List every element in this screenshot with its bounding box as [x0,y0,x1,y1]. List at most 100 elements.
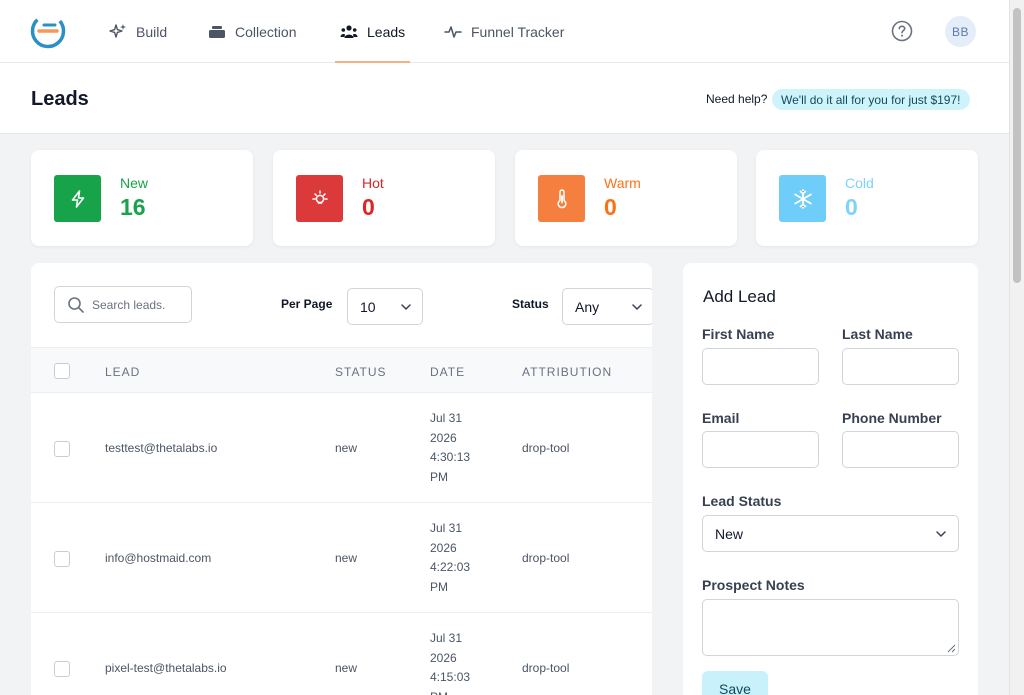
page-title: Leads [31,88,89,110]
date-line: 2026 [430,430,457,445]
resize-handle-icon[interactable] [947,644,956,653]
snowflake-icon [779,175,826,222]
date-line: PM [430,579,448,594]
table-row[interactable]: testtest@thetalabs.io new Jul 31 2026 4:… [31,393,652,503]
lead-attribution: drop-tool [522,661,570,675]
stat-label: Hot [362,175,384,191]
lead-status-select[interactable]: New [702,515,959,552]
date-line: Jul 31 [430,521,463,535]
date-line: 4:15:03 [430,670,471,684]
date-line: Jul 31 [430,631,463,645]
stat-card-cold: Cold 0 [756,150,978,246]
logo-icon[interactable] [30,13,66,49]
nav-build[interactable]: Build [109,0,167,63]
chevron-down-icon [632,304,642,310]
save-button[interactable]: Save [702,671,768,695]
prospect-notes-field[interactable] [702,599,959,656]
status-filter-value: Any [575,298,600,315]
date-line: 2026 [430,650,457,665]
users-icon [340,23,358,41]
promo-badge[interactable]: We'll do it all for you for just $197! [772,89,970,110]
table-row[interactable]: info@hostmaid.com new Jul 31 2026 4:22:0… [31,503,652,613]
page-header: Leads Need help? We'll do it all for you… [0,63,1009,134]
lead-email[interactable]: testtest@thetalabs.io [105,441,217,455]
select-all-checkbox[interactable] [54,363,70,379]
first-name-field[interactable] [702,348,819,385]
chevron-down-icon [401,304,411,310]
lead-email[interactable]: info@hostmaid.com [105,551,211,565]
search-icon [68,296,84,313]
scrollbar-thumb[interactable] [1013,8,1021,283]
activity-icon [444,23,462,41]
date-line: 4:30:13 [430,450,471,464]
top-nav: Build Collection Leads Funnel Tracker BB [0,0,1009,63]
table-header: LEAD STATUS DATE ATTRIBUTION [31,347,652,393]
lead-date: Jul 31 2026 4:30:13 PM [430,409,470,487]
date-line: 4:22:03 [430,560,471,574]
search-input[interactable] [92,297,182,312]
chevron-down-icon [936,531,946,537]
date-line: PM [430,688,470,695]
stat-value: 0 [362,194,375,220]
lead-attribution: drop-tool [522,441,570,455]
first-name-label: First Name [702,326,775,342]
lead-status-value: New [715,525,744,542]
last-name-field[interactable] [842,348,959,385]
status-filter-select[interactable]: Any [562,288,652,325]
stat-value: 16 [120,194,146,220]
row-checkbox[interactable] [54,441,70,457]
page-scrollbar[interactable] [1009,0,1024,695]
lead-status: new [335,551,358,565]
leads-table-card: Per Page 10 Status Any LEAD STATUS DATE … [31,263,652,695]
column-header-lead[interactable]: LEAD [105,365,140,379]
nav-funnel-tracker[interactable]: Funnel Tracker [444,0,564,63]
prospect-notes-label: Prospect Notes [702,577,805,593]
per-page-value: 10 [360,298,376,315]
stat-label: Warm [604,175,641,191]
add-lead-title: Add Lead [703,287,776,306]
phone-field[interactable] [842,431,959,468]
need-help-text: Need help? [706,92,768,106]
row-checkbox[interactable] [54,661,70,677]
column-header-status[interactable]: STATUS [335,365,387,379]
nav-funnel-tracker-label: Funnel Tracker [471,23,565,40]
add-lead-card: Add Lead First Name Last Name Email Phon… [683,263,978,695]
nav-leads[interactable]: Leads [334,0,411,63]
stat-card-hot: Hot 0 [273,150,495,246]
lead-status-label: Lead Status [702,493,782,509]
email-field[interactable] [702,431,819,468]
column-header-date[interactable]: DATE [430,365,465,379]
nav-collection[interactable]: Collection [208,0,296,63]
date-line: 2026 [430,540,457,555]
stat-value: 0 [845,194,858,220]
column-header-attribution[interactable]: ATTRIBUTION [522,365,612,379]
last-name-label: Last Name [842,326,913,342]
per-page-label: Per Page [281,297,333,311]
stat-value: 0 [604,194,617,220]
nav-leads-label: Leads [367,23,406,40]
sparkle-icon [109,23,127,41]
per-page-select[interactable]: 10 [347,288,423,325]
date-line: Jul 31 [430,411,463,425]
search-box[interactable] [54,286,192,323]
lead-attribution: drop-tool [522,551,570,565]
lead-date: Jul 31 2026 4:15:03 PM [430,629,470,695]
row-checkbox[interactable] [54,551,70,567]
stat-label: Cold [845,175,874,191]
lead-status: new [335,661,358,675]
stat-card-new: New 16 [31,150,253,246]
help-icon[interactable] [891,20,913,42]
collection-icon [208,23,226,41]
email-label: Email [702,410,740,426]
bolt-icon [54,175,101,222]
table-row[interactable]: pixel-test@thetalabs.io new Jul 31 2026 … [31,613,652,695]
lead-email[interactable]: pixel-test@thetalabs.io [105,661,227,675]
status-filter-label: Status [512,297,549,311]
lead-date: Jul 31 2026 4:22:03 PM [430,519,470,597]
lightbulb-icon [296,175,343,222]
stat-label: New [120,175,149,191]
avatar[interactable]: BB [945,16,976,47]
date-line: PM [430,469,448,484]
stat-card-warm: Warm 0 [515,150,737,246]
nav-build-label: Build [136,23,168,40]
